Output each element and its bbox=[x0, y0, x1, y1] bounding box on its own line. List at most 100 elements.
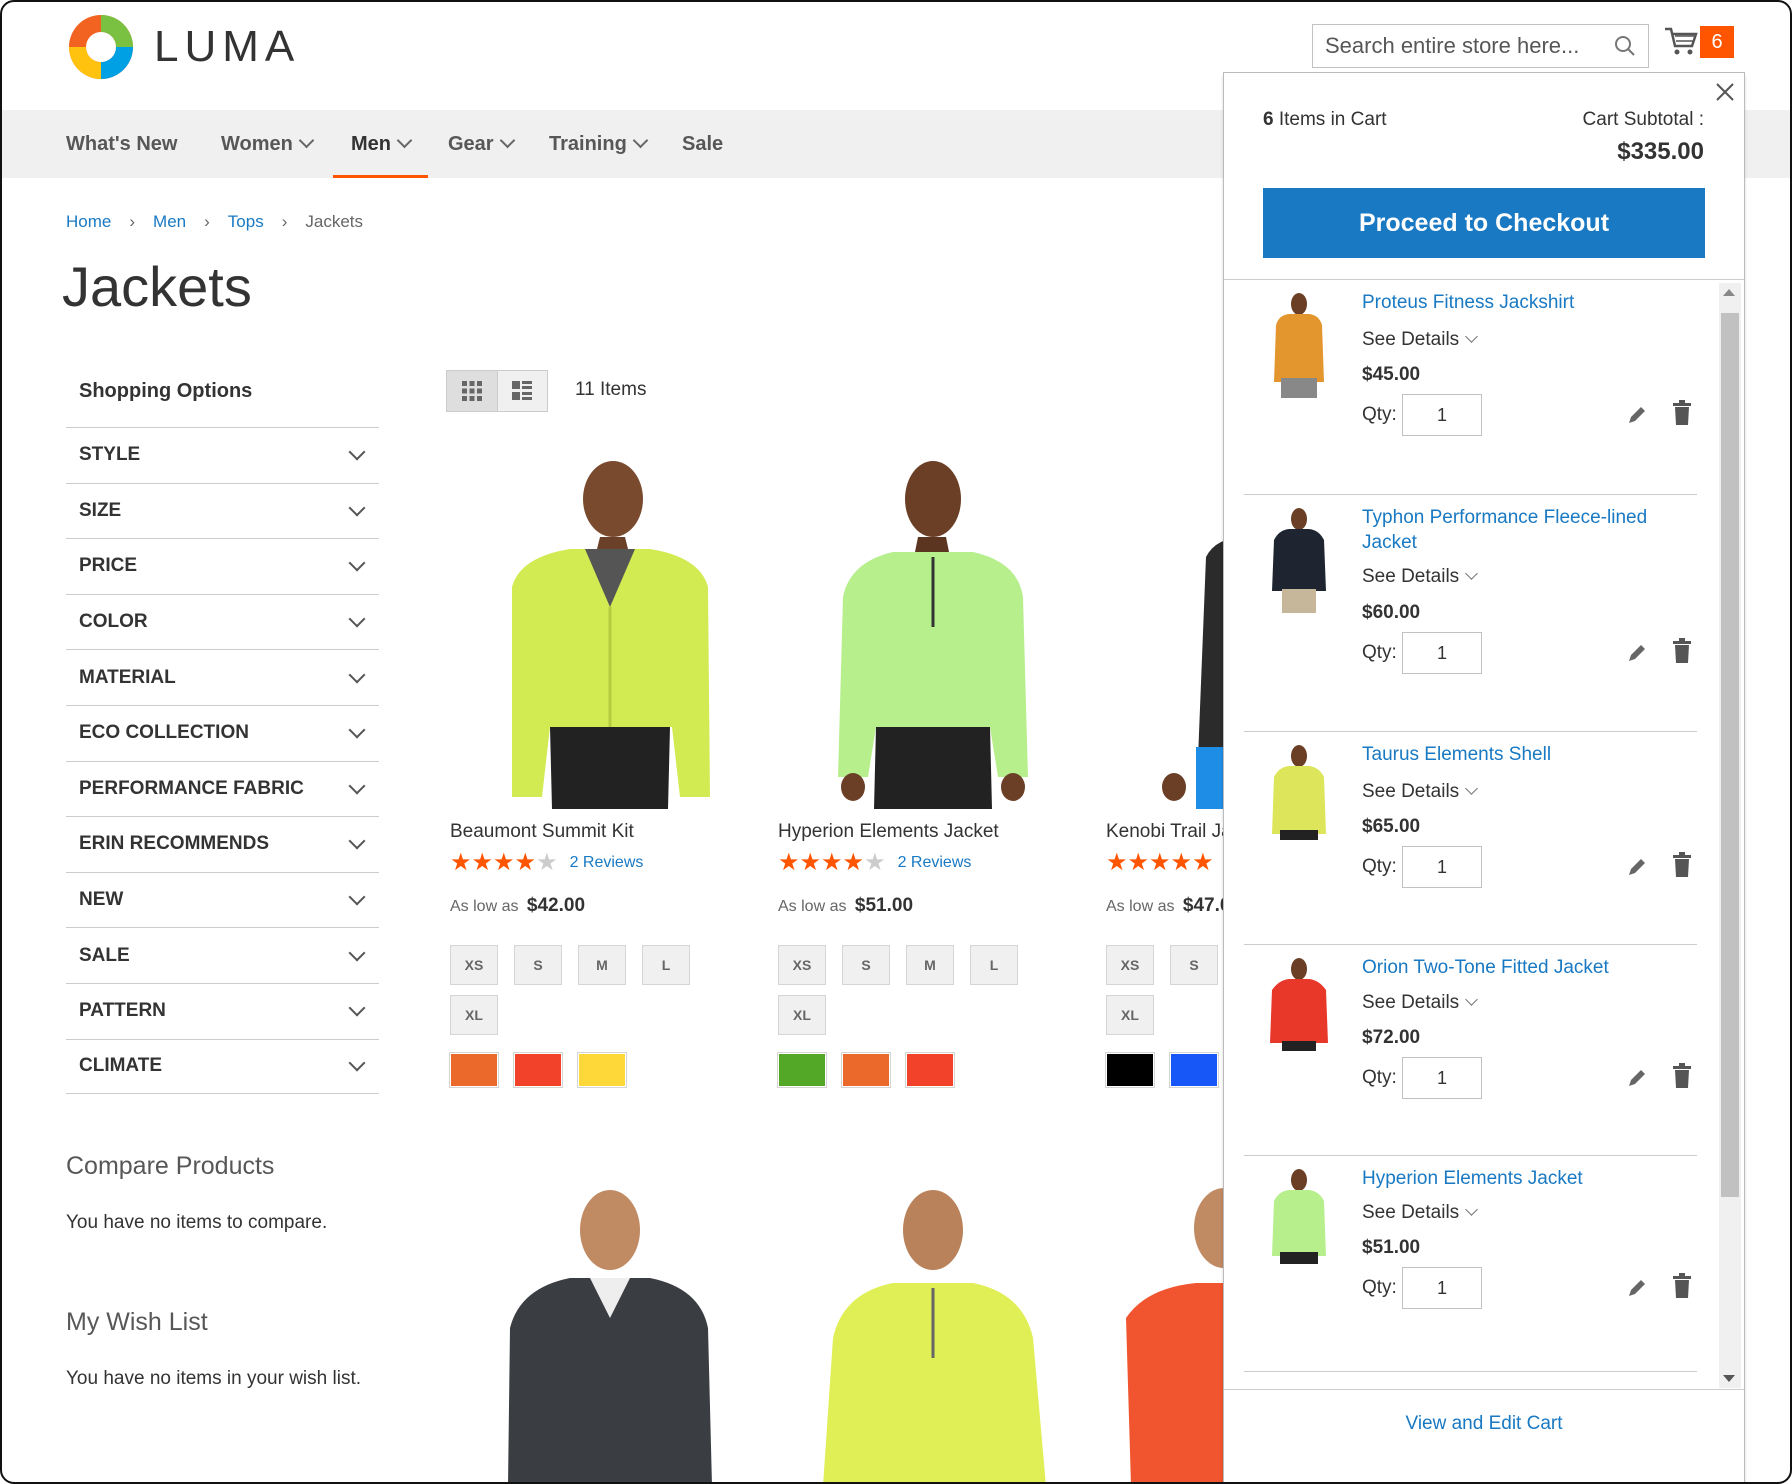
minicart-item-name[interactable]: Typhon Performance Fleece-lined Jacket bbox=[1362, 505, 1662, 555]
cart-icon[interactable] bbox=[1664, 26, 1698, 56]
qty-input[interactable] bbox=[1402, 394, 1482, 436]
size-option[interactable]: XS bbox=[450, 945, 498, 985]
view-and-edit-cart-link[interactable]: View and Edit Cart bbox=[1224, 1413, 1744, 1435]
color-swatch-green[interactable] bbox=[777, 1052, 827, 1088]
filter-climate[interactable]: CLIMATE bbox=[66, 1038, 379, 1095]
size-option[interactable]: M bbox=[578, 945, 626, 985]
qty-input[interactable] bbox=[1402, 846, 1482, 888]
grid-view-button[interactable] bbox=[447, 371, 498, 411]
scrollbar-thumb[interactable] bbox=[1721, 313, 1739, 1197]
cart-count-badge[interactable]: 6 bbox=[1700, 26, 1734, 58]
color-swatch-orange[interactable] bbox=[449, 1052, 499, 1088]
size-option[interactable]: L bbox=[642, 945, 690, 985]
color-swatch-blue[interactable] bbox=[1169, 1052, 1219, 1088]
trash-icon[interactable] bbox=[1671, 852, 1693, 878]
filter-pattern[interactable]: PATTERN bbox=[66, 982, 379, 1039]
product-thumbnail[interactable] bbox=[1254, 505, 1344, 615]
minicart-count-label: Items in Cart bbox=[1278, 109, 1387, 130]
color-swatch-yellow[interactable] bbox=[577, 1052, 627, 1088]
filter-style[interactable]: STYLE bbox=[66, 427, 379, 483]
see-details-toggle[interactable]: See Details bbox=[1362, 992, 1479, 1014]
nav-item-sale[interactable]: Sale bbox=[682, 110, 723, 178]
color-swatch-black[interactable] bbox=[1105, 1052, 1155, 1088]
product-thumbnail[interactable] bbox=[1254, 290, 1344, 400]
filter-material[interactable]: MATERIAL bbox=[66, 649, 379, 705]
trash-icon[interactable] bbox=[1671, 638, 1693, 664]
see-details-toggle[interactable]: See Details bbox=[1362, 566, 1479, 588]
product-image[interactable] bbox=[1106, 1178, 1224, 1484]
see-details-toggle[interactable]: See Details bbox=[1362, 781, 1479, 803]
minicart-item-name[interactable]: Taurus Elements Shell bbox=[1362, 742, 1662, 767]
breadcrumb-home[interactable]: Home bbox=[66, 212, 111, 232]
scroll-up-arrow-icon[interactable] bbox=[1723, 289, 1735, 296]
size-option[interactable]: XS bbox=[778, 945, 826, 985]
product-thumbnail[interactable] bbox=[1254, 1166, 1344, 1276]
color-swatch-red[interactable] bbox=[513, 1052, 563, 1088]
size-option[interactable]: S bbox=[842, 945, 890, 985]
qty-input[interactable] bbox=[1402, 632, 1482, 674]
scroll-down-arrow-icon[interactable] bbox=[1723, 1375, 1735, 1382]
color-swatch-orange[interactable] bbox=[841, 1052, 891, 1088]
reviews-link[interactable]: 2 Reviews bbox=[898, 854, 972, 872]
qty-input[interactable] bbox=[1402, 1267, 1482, 1309]
product-image[interactable] bbox=[450, 1178, 750, 1484]
color-swatch-red[interactable] bbox=[905, 1052, 955, 1088]
nav-item-training[interactable]: Training bbox=[549, 110, 649, 178]
see-details-toggle[interactable]: See Details bbox=[1362, 1202, 1479, 1224]
product-rating: ★★★★★ 2 Reviews bbox=[778, 851, 1078, 875]
filter-eco-collection[interactable]: ECO COLLECTION bbox=[66, 704, 379, 761]
product-name[interactable]: Hyperion Elements Jacket bbox=[778, 821, 1078, 843]
see-details-label: See Details bbox=[1362, 1202, 1460, 1223]
size-option[interactable]: XL bbox=[778, 995, 826, 1035]
browser-frame: LUMA 6 What's New Women Men Gear Trainin… bbox=[0, 0, 1792, 1484]
product-image[interactable] bbox=[450, 457, 750, 809]
size-option[interactable]: S bbox=[1170, 945, 1218, 985]
nav-item-gear[interactable]: Gear bbox=[448, 110, 515, 178]
luma-logo[interactable]: LUMA bbox=[66, 12, 300, 82]
trash-icon[interactable] bbox=[1671, 1273, 1693, 1299]
product-thumbnail[interactable] bbox=[1254, 955, 1344, 1065]
compare-products-title: Compare Products bbox=[66, 1152, 275, 1180]
size-option[interactable]: XL bbox=[1106, 995, 1154, 1035]
filter-size[interactable]: SIZE bbox=[66, 482, 379, 539]
nav-item-women[interactable]: Women bbox=[221, 110, 315, 178]
size-option[interactable]: L bbox=[970, 945, 1018, 985]
edit-icon[interactable] bbox=[1626, 642, 1648, 664]
product-image[interactable] bbox=[778, 1178, 1078, 1484]
filter-color[interactable]: COLOR bbox=[66, 593, 379, 650]
product-name[interactable]: Beaumont Summit Kit bbox=[450, 821, 750, 843]
nav-item-men[interactable]: Men bbox=[333, 110, 428, 178]
minicart-item-name[interactable]: Hyperion Elements Jacket bbox=[1362, 1166, 1662, 1191]
product-image[interactable] bbox=[778, 457, 1078, 809]
proceed-to-checkout-button[interactable]: Proceed to Checkout bbox=[1263, 188, 1705, 258]
filter-erin-recommends[interactable]: ERIN RECOMMENDS bbox=[66, 816, 379, 872]
reviews-link[interactable]: 2 Reviews bbox=[570, 854, 644, 872]
see-details-toggle[interactable]: See Details bbox=[1362, 329, 1479, 351]
edit-icon[interactable] bbox=[1626, 404, 1648, 426]
breadcrumb-tops[interactable]: Tops bbox=[228, 212, 264, 232]
size-option[interactable]: XS bbox=[1106, 945, 1154, 985]
trash-icon[interactable] bbox=[1671, 400, 1693, 426]
edit-icon[interactable] bbox=[1626, 856, 1648, 878]
filter-new[interactable]: NEW bbox=[66, 871, 379, 928]
list-view-button[interactable] bbox=[498, 371, 548, 411]
trash-icon[interactable] bbox=[1671, 1063, 1693, 1089]
search-input[interactable] bbox=[1313, 25, 1593, 67]
search-icon[interactable] bbox=[1614, 35, 1636, 57]
close-icon[interactable] bbox=[1712, 79, 1738, 105]
size-option[interactable]: M bbox=[906, 945, 954, 985]
filter-sale[interactable]: SALE bbox=[66, 927, 379, 983]
size-option[interactable]: XL bbox=[450, 995, 498, 1035]
minicart-item-name[interactable]: Orion Two-Tone Fitted Jacket bbox=[1362, 955, 1662, 980]
filter-performance-fabric[interactable]: PERFORMANCE FABRIC bbox=[66, 760, 379, 817]
minicart-scrollbar[interactable] bbox=[1719, 283, 1741, 1388]
product-thumbnail[interactable] bbox=[1254, 742, 1344, 852]
minicart-item-name[interactable]: Proteus Fitness Jackshirt bbox=[1362, 290, 1662, 315]
edit-icon[interactable] bbox=[1626, 1277, 1648, 1299]
filter-price[interactable]: PRICE bbox=[66, 538, 379, 594]
edit-icon[interactable] bbox=[1626, 1067, 1648, 1089]
nav-item-whats-new[interactable]: What's New bbox=[66, 110, 177, 178]
breadcrumb-men[interactable]: Men bbox=[153, 212, 186, 232]
size-option[interactable]: S bbox=[514, 945, 562, 985]
qty-input[interactable] bbox=[1402, 1057, 1482, 1099]
